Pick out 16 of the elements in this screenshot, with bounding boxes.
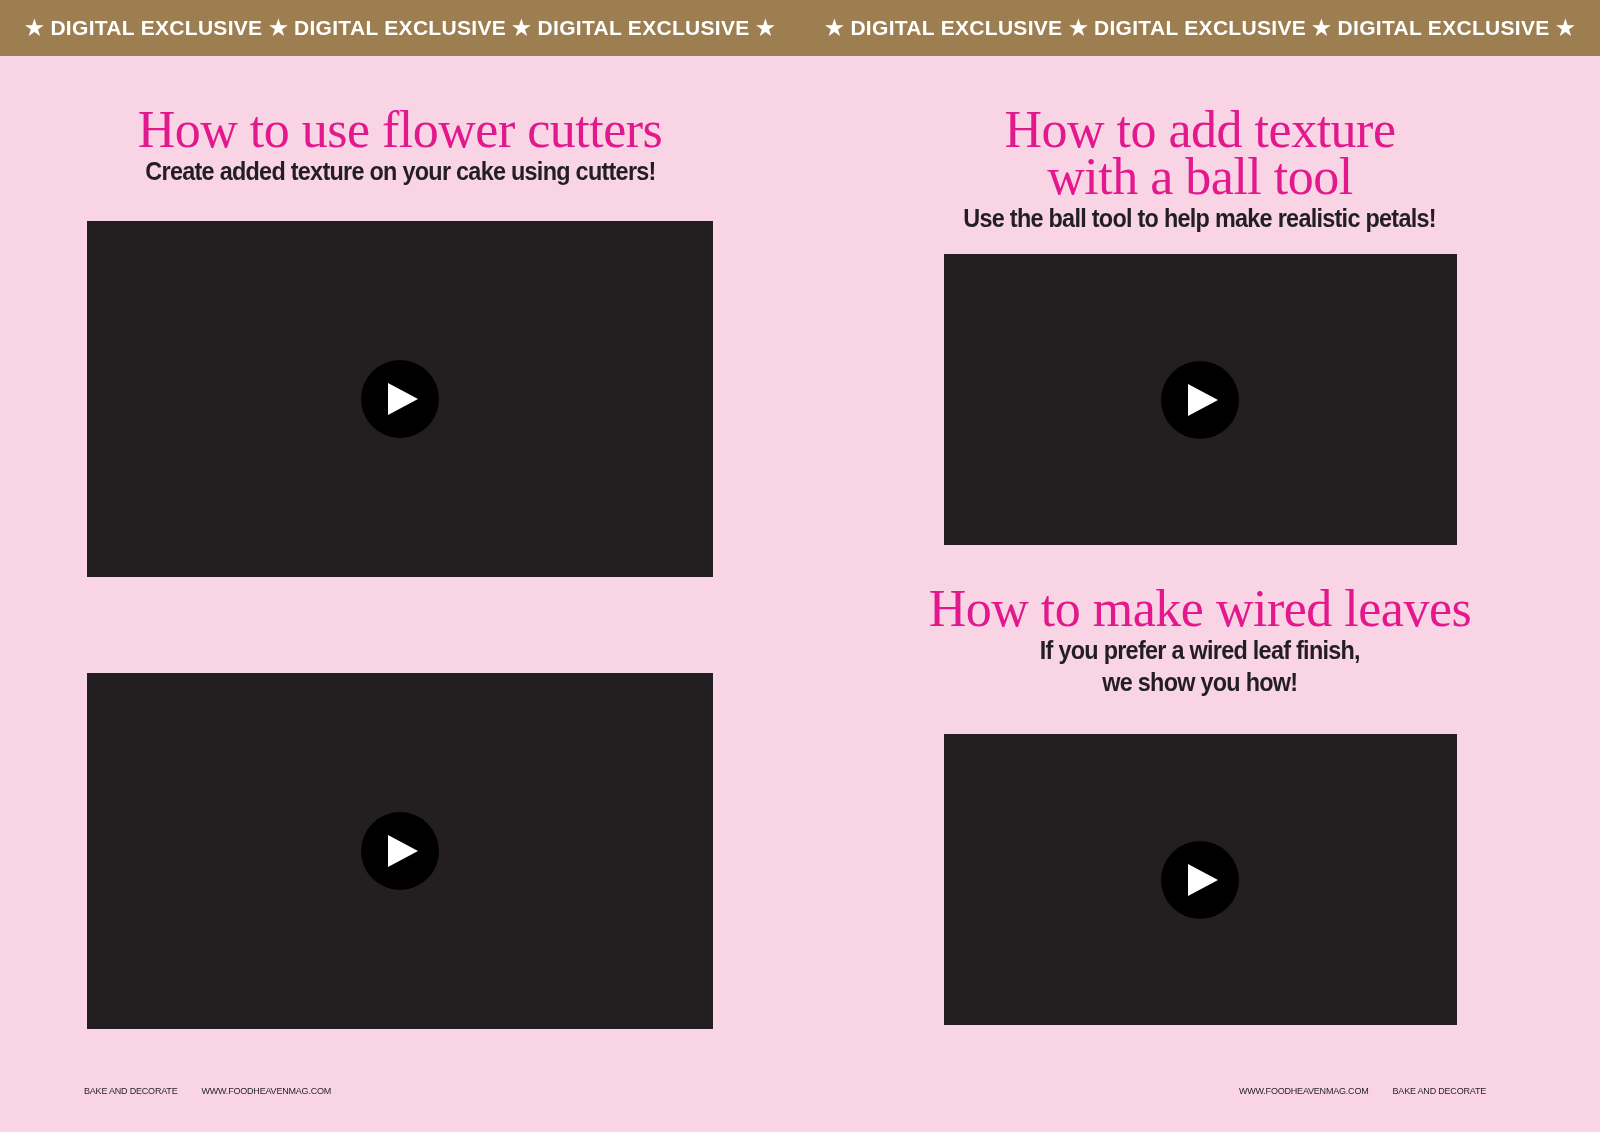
- play-icon: [388, 383, 418, 415]
- play-icon: [1188, 863, 1218, 896]
- footer-text: BAKE AND DECORATE: [1392, 1086, 1486, 1096]
- banner-text: ★ DIGITAL EXCLUSIVE ★ DIGITAL EXCLUSIVE ★ DIGITAL EXCLUSIVE ★: [823, 16, 1576, 40]
- section-title: How to use flower cutters: [137, 106, 663, 153]
- section-title: How to make wired leaves: [928, 585, 1472, 632]
- section-subtitle: If you prefer a wired leaf finish, we show you how!: [1039, 634, 1361, 698]
- section-subtitle: Create added texture on your cake using cutters!: [144, 155, 656, 187]
- play-icon: [388, 835, 418, 867]
- footer-text: WWW.FOODHEAVENMAG.COM: [1238, 1086, 1369, 1096]
- footer-text: WWW.FOODHEAVENMAG.COM: [201, 1086, 332, 1096]
- section-subtitle: Use the ball tool to help make realistic petals!: [963, 202, 1437, 234]
- footer-text: BAKE AND DECORATE: [84, 1086, 178, 1096]
- play-icon: [1188, 383, 1218, 416]
- section-title: How to add texture with a ball tool: [1004, 106, 1396, 200]
- banner-text: ★ DIGITAL EXCLUSIVE ★ DIGITAL EXCLUSIVE ★ DIGITAL EXCLUSIVE ★: [23, 16, 776, 40]
